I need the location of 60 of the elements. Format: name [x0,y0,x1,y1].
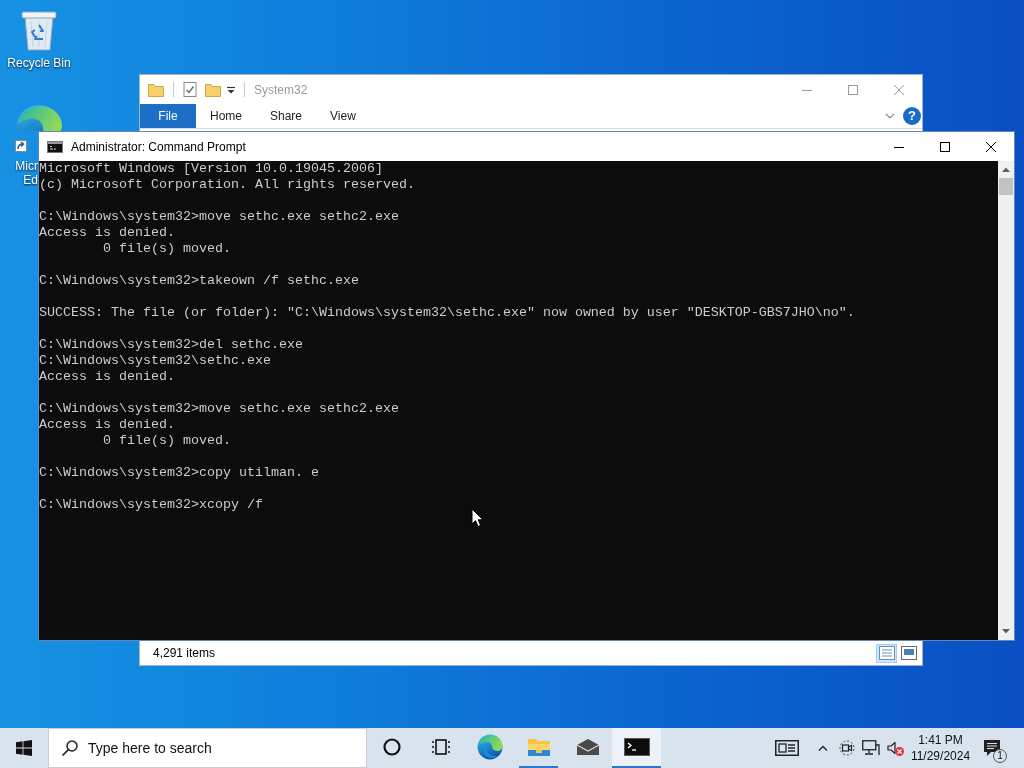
ribbon-tab[interactable]: Home [196,104,256,128]
maximize-icon [848,84,858,95]
taskbar-app-button[interactable] [612,728,661,768]
console-line: C:\Windows\system32>move sethc.exe sethc2.exe [39,401,399,417]
item-count-text: 4,291 items [153,645,216,662]
mouse-pointer-icon [471,508,484,528]
shortcut-arrow-icon [15,140,27,152]
console-line: C:\Windows\system32>del sethc.exe [39,337,303,353]
console-line: (c) Microsoft Corporation. All rights reserved. [39,177,415,193]
console-line: C:\Windows\system32>xcopy /f [39,497,263,513]
notification-icon[interactable] [983,739,1001,757]
close-icon [986,141,996,152]
newspaper-icon[interactable] [775,740,799,756]
clock-button[interactable]: 1:41 PM 11/29/2024 [907,728,974,768]
console-line: 0 file(s) moved. [103,433,231,449]
file-menu-button[interactable]: File [140,104,196,128]
console-line: SUCCESS: The file (or folder): "C:\Windows\system32\sethc.exe" now owned by user "DESKTOP-GBS7JHO\no". [39,305,855,321]
recycle-bin-icon[interactable] [19,8,59,52]
window-title: Administrator: Command Prompt [71,138,246,156]
scroll-up-arrow-icon[interactable] [1002,167,1010,172]
window-title: System32 [254,81,308,99]
chevron-down-icon[interactable] [885,113,895,119]
console-line: 0 file(s) moved. [103,241,231,257]
console-line: C:\Windows\system32>move sethc.exe sethc2.exe [39,209,399,225]
folder-icon [526,736,551,758]
notification-count: 1 [993,749,1007,763]
checkmark-icon[interactable] [183,82,197,97]
desktop-icon-label[interactable]: Recycle Bin [7,56,71,70]
console-line: Access is denied. [39,225,175,241]
console-line: C:\Windows\system32>takeown /f sethc.exe [39,273,359,289]
view-button[interactable] [898,643,919,663]
scrollbar-thumb[interactable] [999,178,1013,195]
windows-logo-icon [16,740,32,756]
envelope-icon [575,738,600,756]
console-line: C:\Windows\system32>copy utilman. e [39,465,319,481]
terminal-icon [47,140,63,153]
console-line: Microsoft Windows [Version 10.0.19045.2006] [39,161,383,177]
console-line: Access is denied. [39,369,175,385]
camera-icon[interactable] [839,740,855,756]
search-field[interactable]: Type here to search [48,728,367,768]
browser-icon [476,734,503,760]
close-icon [894,84,904,95]
details-view-icon [878,646,895,660]
view-button[interactable] [876,643,897,663]
terminal-icon [623,738,650,756]
scroll-down-arrow-icon[interactable] [1002,629,1010,634]
console-line: Access is denied. [39,417,175,433]
search-icon [62,740,78,756]
ring-icon [382,738,401,756]
large-icons-view-icon [900,646,917,660]
ribbon-tab[interactable]: Share [256,104,317,128]
help-button[interactable]: ? [903,107,921,125]
network-icon[interactable] [862,740,880,756]
task-view-icon [430,738,451,756]
console-line: C:\Windows\system32\sethc.exe [39,353,271,369]
speaker-icon[interactable] [886,741,897,755]
ribbon-tab[interactable]: View [316,104,370,128]
caret-icon[interactable] [227,85,235,94]
maximize-icon [940,141,950,152]
chevron-up-icon[interactable] [818,745,828,751]
